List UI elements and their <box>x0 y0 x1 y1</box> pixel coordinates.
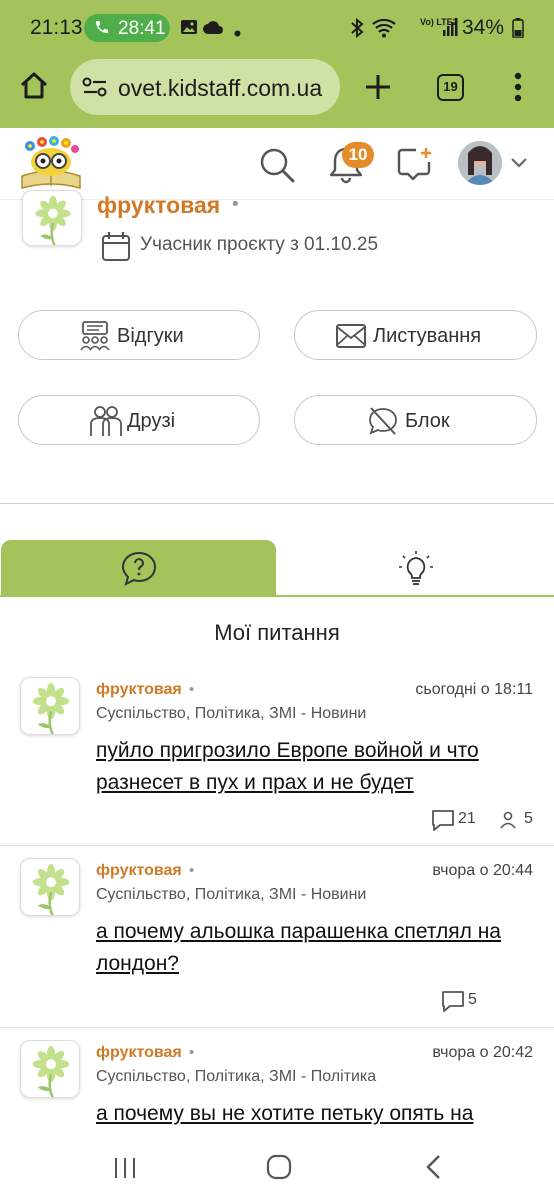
call-indicator[interactable]: 28:41 <box>84 14 170 42</box>
question-item[interactable]: фруктовая • сьогодні о 18:11 Суспільство… <box>0 677 554 837</box>
more-menu-icon[interactable] <box>514 72 522 107</box>
question-time: вчора о 20:42 <box>432 1044 533 1061</box>
separator-dot: • <box>189 1044 195 1061</box>
section-title: Мої питання <box>214 620 340 645</box>
section-divider <box>0 503 554 504</box>
chevron-down-icon[interactable] <box>510 156 528 174</box>
reviews-label: Відгуки <box>117 325 184 347</box>
messages-button[interactable]: Листування <box>294 310 537 360</box>
friends-label: Друзі <box>127 410 176 432</box>
block-button[interactable]: Блок <box>294 395 537 445</box>
new-tab-icon[interactable] <box>364 73 392 106</box>
friends-button[interactable]: Друзі <box>18 395 260 445</box>
notification-count-badge[interactable]: 10 <box>342 142 374 168</box>
tab-questions[interactable] <box>1 540 276 596</box>
question-title-link[interactable]: а почему вы не хотите петьку опять на <box>96 1098 536 1130</box>
lightbulb-icon <box>398 550 434 593</box>
tab-ideas[interactable] <box>276 540 554 596</box>
question-category[interactable]: Суспільство, Політика, ЗМІ - Новини <box>96 886 366 904</box>
avatar[interactable] <box>458 141 502 185</box>
list-separator <box>0 1027 554 1028</box>
comment-count: 21 <box>458 810 476 827</box>
profile-avatar <box>22 190 82 246</box>
back-icon[interactable] <box>424 1154 442 1185</box>
status-time: 21:13 <box>30 16 83 39</box>
question-author[interactable]: фруктовая <box>96 1044 182 1062</box>
messages-label: Листування <box>373 325 482 347</box>
question-category[interactable]: Суспільство, Політика, ЗМІ - Політика <box>96 1068 376 1086</box>
cloud-icon <box>202 20 224 39</box>
question-author[interactable]: фруктовая <box>96 862 182 880</box>
signal-icon <box>442 18 458 41</box>
member-since-text: Учасник проєкту з 01.10.25 <box>140 234 379 255</box>
gallery-icon <box>180 18 198 41</box>
profile-separator-dot: • <box>232 194 239 215</box>
friends-icon <box>89 404 123 443</box>
question-author-avatar[interactable] <box>20 858 80 916</box>
tabs-underline <box>0 595 554 597</box>
browser-toolbar: ovet.kidstaff.com.ua 19 <box>0 56 554 128</box>
comment-icon <box>440 989 466 1018</box>
profile-name[interactable]: фруктовая <box>97 192 220 219</box>
block-label: Блок <box>405 410 450 432</box>
dot-icon <box>234 24 241 42</box>
user-icon <box>499 811 517 834</box>
question-time: вчора о 20:44 <box>432 862 533 879</box>
question-item[interactable]: фруктовая • вчора о 20:44 Суспільство, П… <box>0 858 554 1018</box>
question-item[interactable]: фруктовая • вчора о 20:42 Суспільство, П… <box>0 1040 554 1136</box>
phone-icon <box>94 19 110 41</box>
address-bar[interactable]: ovet.kidstaff.com.ua <box>70 59 340 115</box>
question-title-link[interactable]: пуйло пригрозило Европе войной и что раз… <box>96 735 536 799</box>
question-title-link[interactable]: а почему альошка парашенка спетлял на ло… <box>96 916 536 980</box>
site-header: 10 <box>0 128 554 200</box>
new-message-icon[interactable] <box>396 146 434 187</box>
question-category[interactable]: Суспільство, Політика, ЗМІ - Новини <box>96 705 366 723</box>
comment-count: 5 <box>468 991 477 1008</box>
question-author-avatar[interactable] <box>20 677 80 735</box>
separator-dot: • <box>189 681 195 698</box>
separator-dot: • <box>189 862 195 879</box>
question-author[interactable]: фруктовая <box>96 681 182 699</box>
calendar-icon <box>100 230 132 267</box>
block-chat-icon <box>367 406 399 441</box>
question-bubble-icon <box>120 550 158 591</box>
tab-switcher-button[interactable]: 19 <box>437 74 464 101</box>
battery-icon <box>512 18 524 43</box>
home-button-icon[interactable] <box>266 1154 292 1185</box>
site-settings-icon[interactable] <box>82 75 108 104</box>
recent-apps-icon[interactable] <box>113 1156 137 1185</box>
url-text: ovet.kidstaff.com.ua <box>118 75 323 101</box>
home-icon[interactable] <box>18 70 50 107</box>
question-author-avatar[interactable] <box>20 1040 80 1098</box>
status-bar: 21:13 28:41 Vo) LTE2 34% <box>0 0 554 56</box>
question-time: сьогодні о 18:11 <box>415 681 533 698</box>
call-timer: 28:41 <box>118 18 166 39</box>
reviews-icon <box>79 320 111 357</box>
wifi-icon <box>372 18 398 43</box>
comment-icon <box>430 808 456 837</box>
envelope-icon <box>335 323 367 354</box>
search-icon[interactable] <box>258 146 296 189</box>
reviews-button[interactable]: Відгуки <box>18 310 260 360</box>
list-separator <box>0 845 554 846</box>
system-navigation-bar <box>0 1136 554 1200</box>
participant-count: 5 <box>524 810 533 827</box>
bluetooth-icon <box>350 17 364 43</box>
battery-percent: 34% <box>462 16 505 39</box>
